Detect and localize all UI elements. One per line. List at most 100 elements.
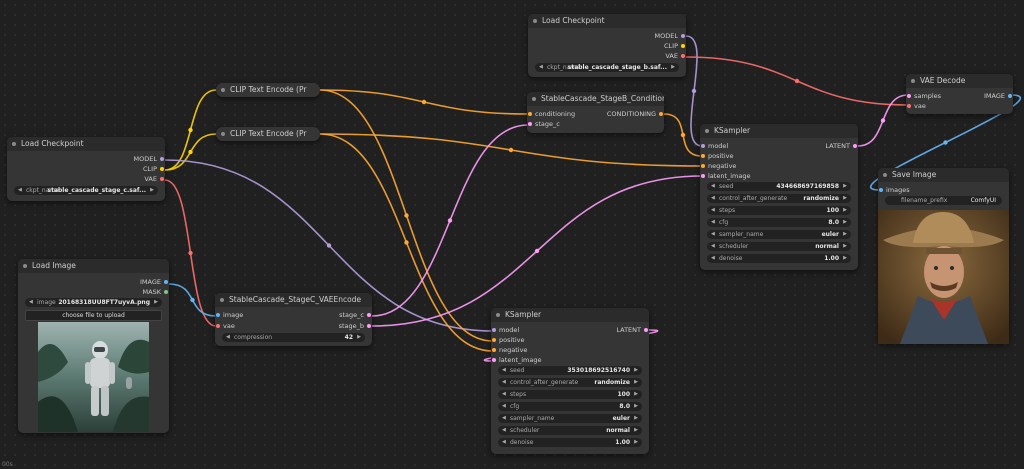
input-positive[interactable]: positive xyxy=(491,335,525,345)
collapse-dot-icon[interactable] xyxy=(23,264,27,268)
right-arrow-icon[interactable]: ▶ xyxy=(634,402,638,411)
load-checkpoint-node-top[interactable]: Load Checkpoint MODEL CLIP VAE ◀ ckpt_nam… xyxy=(528,14,686,77)
input-model[interactable]: model xyxy=(491,325,519,335)
vae-input-dot-icon[interactable] xyxy=(216,324,220,328)
latent-input-dot-icon[interactable] xyxy=(528,122,532,126)
latent-output-dot-icon[interactable] xyxy=(644,328,648,332)
clip-output-dot-icon[interactable] xyxy=(681,44,685,48)
left-arrow-icon[interactable]: ◀ xyxy=(711,254,715,263)
wire-midpoint-dot-icon[interactable] xyxy=(188,149,193,155)
right-arrow-icon[interactable]: ▶ xyxy=(843,206,847,215)
compression-number[interactable]: ◀ compression 42 ▶ xyxy=(222,333,365,342)
collapse-dot-icon[interactable] xyxy=(705,129,709,133)
vae-output-dot-icon[interactable] xyxy=(160,177,164,181)
output-model[interactable]: MODEL xyxy=(134,154,165,164)
collapse-dot-icon[interactable] xyxy=(220,298,224,302)
model-output-dot-icon[interactable] xyxy=(681,34,685,38)
wire-midpoint-dot-icon[interactable] xyxy=(691,88,697,94)
wire-midpoint-dot-icon[interactable] xyxy=(404,240,409,245)
input-positive[interactable]: positive xyxy=(700,151,734,161)
node-header[interactable]: Save Image xyxy=(878,168,1009,182)
right-arrow-icon[interactable]: ▶ xyxy=(357,333,361,342)
seed-widget[interactable]: ◀ seed 434668697169858 ▶ xyxy=(707,182,851,191)
right-arrow-icon[interactable]: ▶ xyxy=(634,390,638,399)
ksampler-node-right[interactable]: KSampler model positive negative latent_… xyxy=(700,124,858,270)
right-arrow-icon[interactable]: ▶ xyxy=(843,194,847,203)
filename-prefix-widget[interactable]: filename_prefix ComfyUI xyxy=(885,196,1002,205)
left-arrow-icon[interactable]: ◀ xyxy=(711,218,715,227)
cfg-widget[interactable]: ◀ cfg 8.0 ▶ xyxy=(498,402,642,411)
right-arrow-icon[interactable]: ▶ xyxy=(634,366,638,375)
wire-midpoint-dot-icon[interactable] xyxy=(326,243,332,248)
input-image[interactable]: image xyxy=(215,310,243,320)
wire-midpoint-dot-icon[interactable] xyxy=(188,250,193,256)
vae-decode-node[interactable]: VAE Decode samples vae IMAGE xyxy=(906,74,1013,114)
left-arrow-icon[interactable]: ◀ xyxy=(711,194,715,203)
input-latent-image[interactable]: latent_image xyxy=(491,355,542,365)
output-image[interactable]: IMAGE xyxy=(140,277,169,287)
model-input-dot-icon[interactable] xyxy=(701,144,705,148)
node-header[interactable]: VAE Decode xyxy=(906,74,1013,88)
vae-input-dot-icon[interactable] xyxy=(907,104,911,108)
latent-input-dot-icon[interactable] xyxy=(907,94,911,98)
denoise-widget[interactable]: ◀ denoise 1.00 ▶ xyxy=(498,438,642,447)
right-arrow-icon[interactable]: ▶ xyxy=(843,218,847,227)
collapse-dot-icon[interactable] xyxy=(221,132,225,136)
conditioning-input-dot-icon[interactable] xyxy=(492,338,496,342)
output-clip[interactable]: CLIP xyxy=(664,41,686,51)
node-header[interactable]: Load Checkpoint xyxy=(528,14,686,28)
input-model[interactable]: model xyxy=(700,141,728,151)
ckpt-name-combo[interactable]: ◀ ckpt_name stable_cascade_stage_c.saf... ▶ xyxy=(14,186,158,195)
right-arrow-icon[interactable]: ▶ xyxy=(634,426,638,435)
latent-output-dot-icon[interactable] xyxy=(367,324,371,328)
stagec-vaeencode-node[interactable]: StableCascade_StageC_VAEEncode image vae… xyxy=(215,293,372,346)
node-header[interactable]: StableCascade_StageC_VAEEncode xyxy=(215,293,372,307)
image-input-dot-icon[interactable] xyxy=(216,313,220,317)
right-arrow-icon[interactable]: ▶ xyxy=(150,186,154,195)
control-after-generate-widget[interactable]: ◀ control_after_generate randomize ▶ xyxy=(498,378,642,387)
left-arrow-icon[interactable]: ◀ xyxy=(502,378,506,387)
image-combo[interactable]: ◀ image 20168318UU8FT7uyvA.png ▶ xyxy=(25,298,162,307)
image-input-dot-icon[interactable] xyxy=(879,188,883,192)
conditioning-output-dot-icon[interactable] xyxy=(659,112,663,116)
left-arrow-icon[interactable]: ◀ xyxy=(502,366,506,375)
wire-midpoint-dot-icon[interactable] xyxy=(190,297,195,303)
collapse-dot-icon[interactable] xyxy=(911,79,915,83)
output-image[interactable]: IMAGE xyxy=(984,91,1013,101)
left-arrow-icon[interactable]: ◀ xyxy=(502,426,506,435)
right-arrow-icon[interactable]: ▶ xyxy=(154,298,158,307)
seed-widget[interactable]: ◀ seed 353018692516740 ▶ xyxy=(498,366,642,375)
node-header[interactable]: CLIP Text Encode (Pr xyxy=(216,127,320,141)
control-after-generate-widget[interactable]: ◀ control_after_generate randomize ▶ xyxy=(707,194,851,203)
wire-midpoint-dot-icon[interactable] xyxy=(447,218,453,223)
node-header[interactable]: Load Checkpoint xyxy=(7,137,165,151)
input-stage-c[interactable]: stage_c xyxy=(527,119,560,129)
clip-output-dot-icon[interactable] xyxy=(160,167,164,171)
output-vae[interactable]: VAE xyxy=(665,51,686,61)
output-stage-b[interactable]: stage_b xyxy=(339,321,372,331)
output-latent[interactable]: LATENT xyxy=(825,141,858,151)
conditioning-input-dot-icon[interactable] xyxy=(701,164,705,168)
ksampler-node-bottom[interactable]: KSampler model positive negative latent_… xyxy=(491,308,649,454)
load-image-node[interactable]: Load Image IMAGE MASK ◀ image 20168318UU8F… xyxy=(18,259,169,433)
load-checkpoint-node-left[interactable]: Load Checkpoint MODEL CLIP VAE ◀ ckpt_nam… xyxy=(7,137,165,201)
image-output-dot-icon[interactable] xyxy=(164,280,168,284)
conditioning-input-dot-icon[interactable] xyxy=(528,112,532,116)
model-output-dot-icon[interactable] xyxy=(160,157,164,161)
left-arrow-icon[interactable]: ◀ xyxy=(502,414,506,423)
collapse-dot-icon[interactable] xyxy=(496,313,500,317)
output-model[interactable]: MODEL xyxy=(655,31,686,41)
latent-input-dot-icon[interactable] xyxy=(492,358,496,362)
output-latent[interactable]: LATENT xyxy=(616,325,649,335)
scheduler-widget[interactable]: ◀ scheduler normal ▶ xyxy=(498,426,642,435)
left-arrow-icon[interactable]: ◀ xyxy=(502,438,506,447)
input-vae[interactable]: vae xyxy=(906,101,926,111)
output-mask[interactable]: MASK xyxy=(143,287,169,297)
left-arrow-icon[interactable]: ◀ xyxy=(711,242,715,251)
wire-midpoint-dot-icon[interactable] xyxy=(794,78,800,84)
latent-output-dot-icon[interactable] xyxy=(853,144,857,148)
right-arrow-icon[interactable]: ▶ xyxy=(843,254,847,263)
wire-midpoint-dot-icon[interactable] xyxy=(943,140,948,145)
cfg-widget[interactable]: ◀ cfg 8.0 ▶ xyxy=(707,218,851,227)
right-arrow-icon[interactable]: ▶ xyxy=(843,230,847,239)
